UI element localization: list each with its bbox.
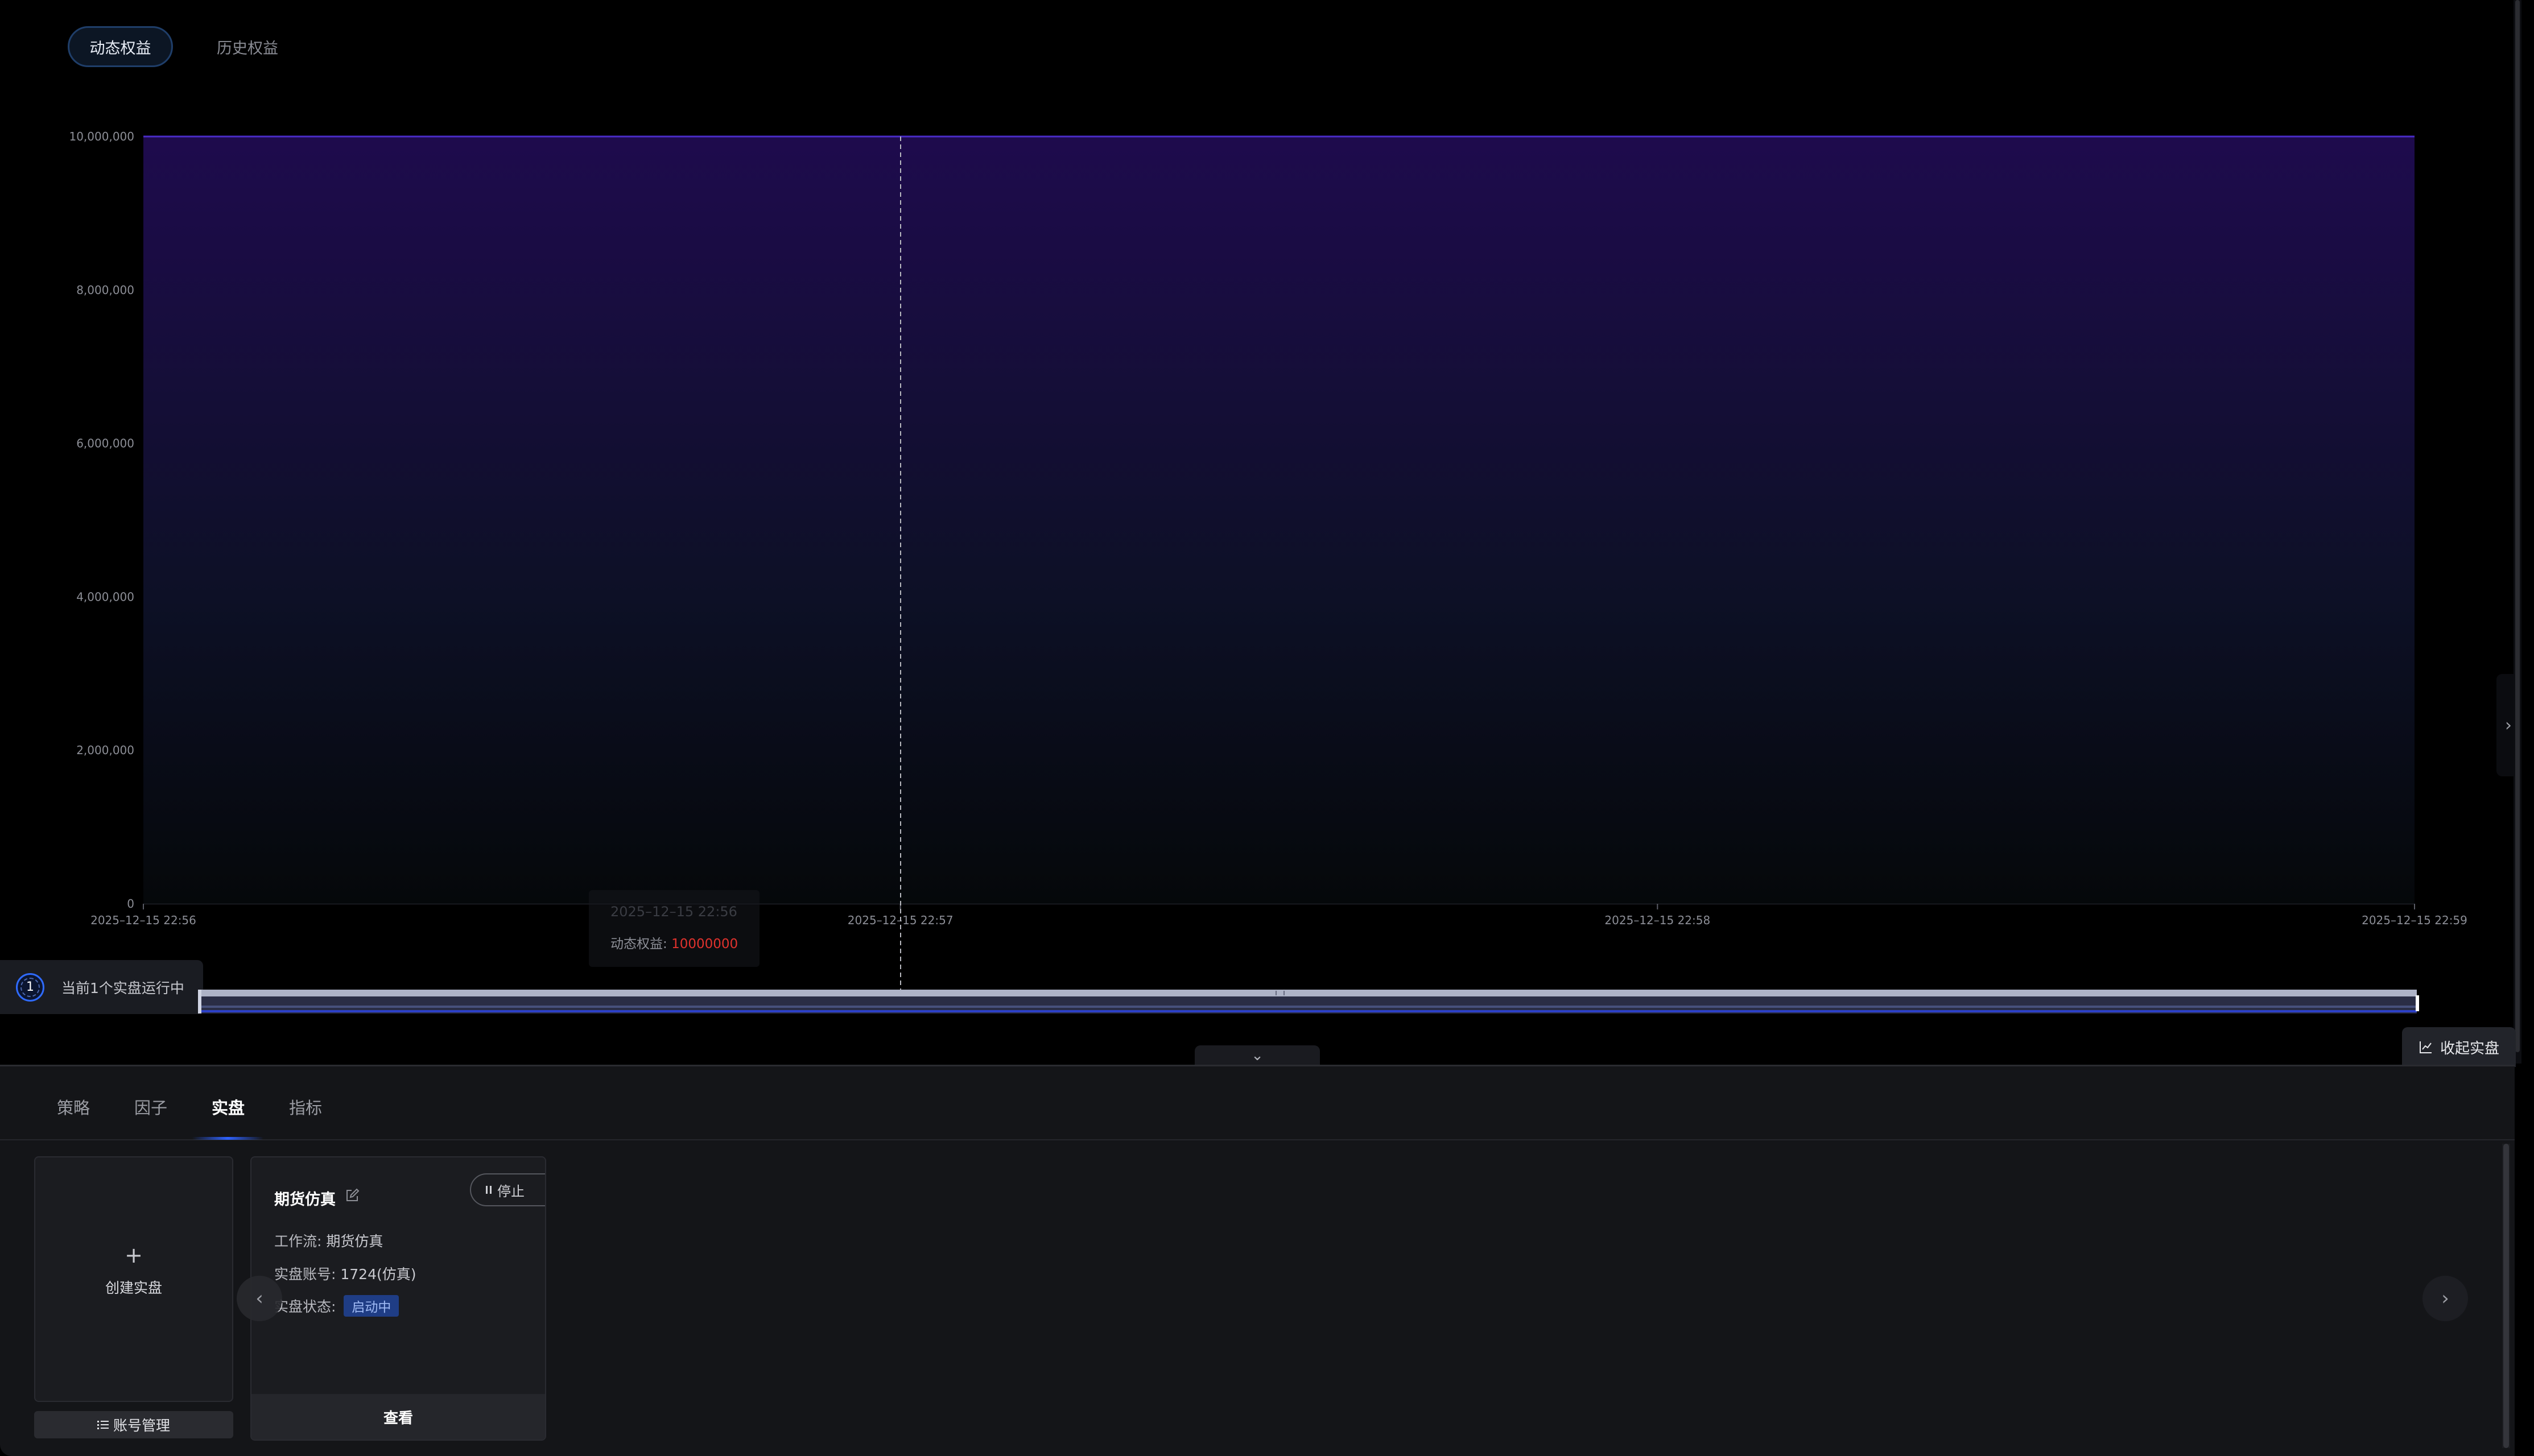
chart-tooltip: 2025–12–15 22:56 动态权益: 10000000	[589, 890, 760, 967]
page-scrollbar[interactable]	[2514, 0, 2521, 1064]
collapse-live-label: 收起实盘	[2440, 1040, 2499, 1057]
running-count-icon: 1	[16, 973, 44, 1002]
panel-collapse-handle[interactable]: ⌄	[1195, 1045, 1320, 1066]
datazoom-grip-icon[interactable]	[1276, 991, 1285, 995]
y-tick-label: 10,000,000	[69, 130, 134, 143]
view-button[interactable]: 查看	[251, 1394, 545, 1440]
chevron-right-icon: ›	[2441, 1287, 2449, 1310]
y-tick-label: 8,000,000	[76, 283, 134, 297]
tab-strategy[interactable]: 策略	[57, 1095, 90, 1119]
tooltip-row: 动态权益: 10000000	[610, 933, 738, 952]
line-chart-icon	[2419, 1041, 2432, 1053]
chart-datazoom-slider[interactable]	[198, 990, 2419, 1014]
live-trading-card[interactable]: 期货仿真 停止 工作流: 期货仿真 实盘账号: 1724(仿真) 实盘状态: 启…	[250, 1156, 546, 1441]
edit-icon[interactable]	[344, 1187, 361, 1204]
workflow-value: 期货仿真	[326, 1233, 383, 1250]
y-tick-label: 6,000,000	[76, 437, 134, 450]
panel-tabs: 策略 因子 实盘 指标	[0, 1066, 2515, 1140]
tooltip-value: 10000000	[671, 937, 738, 952]
app-root: 动态权益 历史权益 0 2,000,000 4,000,000 6,000,000 8,…	[0, 0, 2534, 1456]
page-scrollbar-thumb[interactable]	[2515, 0, 2520, 1052]
chevron-right-icon: ›	[2505, 715, 2512, 735]
account-management-button[interactable]: 账号管理	[34, 1411, 233, 1438]
tooltip-date: 2025–12–15 22:56	[610, 904, 737, 920]
bottom-panel: 策略 因子 实盘 指标 + 创建实盘 账号管理 期货仿真 停止 工作流: 期货仿…	[0, 1065, 2515, 1456]
workflow-row: 工作流: 期货仿真	[274, 1230, 383, 1251]
running-count: 1	[26, 980, 34, 994]
y-tick-label: 4,000,000	[76, 590, 134, 603]
chevron-down-icon: ⌄	[1251, 1047, 1264, 1064]
panel-scrollbar-thumb[interactable]	[2503, 1144, 2509, 1448]
carousel-next-button[interactable]: ›	[2422, 1276, 2468, 1321]
running-status-text: 当前1个实盘运行中	[61, 979, 184, 996]
tab-live[interactable]: 实盘	[212, 1095, 245, 1119]
collapse-live-button[interactable]: 收起实盘	[2402, 1027, 2516, 1067]
stop-button[interactable]: 停止	[470, 1173, 545, 1206]
x-tick-label: 2025–12–15 22:58	[1604, 913, 1710, 927]
x-tick-label: 2025–12–15 22:56	[90, 913, 196, 927]
account-label: 实盘账号:	[274, 1266, 341, 1283]
datazoom-handle-left[interactable]	[198, 990, 201, 1014]
equity-area	[143, 136, 2415, 904]
panel-scrollbar[interactable]	[2502, 1144, 2510, 1448]
status-label: 实盘状态:	[274, 1298, 341, 1315]
tab-indicator[interactable]: 指标	[289, 1095, 322, 1119]
card-title: 期货仿真	[274, 1191, 336, 1209]
chevron-left-icon: ‹	[255, 1287, 263, 1310]
account-value: 1724(仿真)	[340, 1266, 416, 1283]
list-icon	[97, 1421, 109, 1429]
status-badge: 启动中	[344, 1295, 399, 1317]
carousel-prev-button[interactable]: ‹	[237, 1276, 282, 1321]
y-tick-label: 2,000,000	[76, 743, 134, 757]
account-management-label: 账号管理	[113, 1417, 170, 1434]
datazoom-preview-line	[200, 1006, 2417, 1008]
stop-label: 停止	[497, 1183, 525, 1199]
datazoom-preview-baseline	[200, 1010, 2417, 1012]
y-axis-ticks: 0 2,000,000 4,000,000 6,000,000 8,000,000 10,…	[69, 130, 134, 911]
create-live-label: 创建实盘	[105, 1280, 162, 1296]
status-row: 实盘状态: 启动中	[274, 1295, 399, 1317]
tab-factor[interactable]: 因子	[134, 1095, 167, 1119]
tooltip-label: 动态权益:	[610, 937, 672, 952]
datazoom-selection[interactable]	[200, 990, 2417, 996]
running-status[interactable]: 1 当前1个实盘运行中	[0, 960, 203, 1014]
y-tick-label: 0	[127, 897, 134, 911]
x-axis-ticks: 2025–12–15 22:56 2025–12–15 22:57 2025–12–…	[90, 904, 2467, 927]
active-tab-indicator	[192, 1137, 263, 1140]
account-row: 实盘账号: 1724(仿真)	[274, 1263, 416, 1284]
equity-chart[interactable]: 0 2,000,000 4,000,000 6,000,000 8,000,000 10,…	[0, 0, 2534, 1024]
plus-icon: +	[125, 1243, 143, 1268]
workflow-label: 工作流:	[274, 1233, 327, 1250]
x-tick-label: 2025–12–15 22:59	[2362, 913, 2467, 927]
create-live-card[interactable]: + 创建实盘	[34, 1156, 233, 1402]
datazoom-handle-right[interactable]	[2416, 995, 2419, 1011]
pause-icon	[486, 1186, 492, 1194]
